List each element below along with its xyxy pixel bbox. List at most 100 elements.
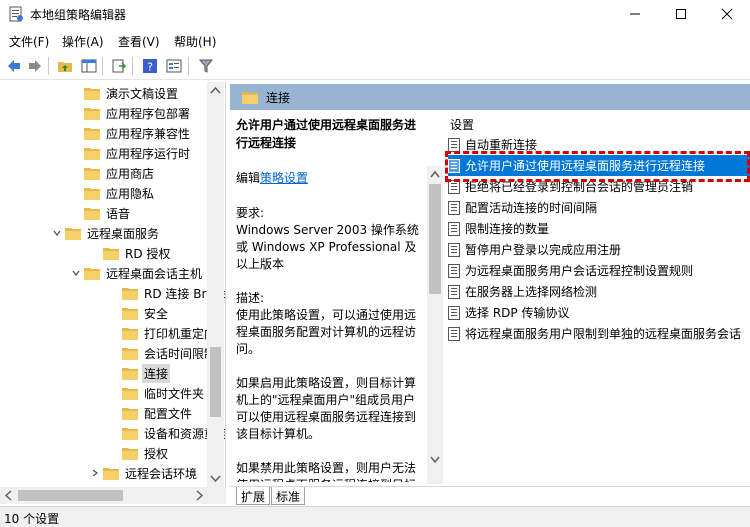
setting-label: 限制连接的数量	[465, 222, 550, 236]
tree-item[interactable]: 应用商店	[70, 163, 156, 183]
tree-horizontal-scrollbar[interactable]	[0, 487, 226, 504]
tree-item[interactable]: 语音	[70, 203, 132, 223]
filter-button[interactable]	[196, 56, 216, 76]
setting-row[interactable]: 限制连接的数量	[448, 218, 750, 239]
scroll-down-arrow-icon[interactable]	[207, 471, 224, 485]
policy-setting-icon	[448, 137, 460, 152]
chevron-right-icon[interactable]	[89, 463, 101, 483]
policy-setting-icon	[448, 158, 460, 173]
tree-item[interactable]: 授权	[108, 443, 170, 463]
scroll-left-arrow-icon[interactable]	[2, 487, 16, 504]
svg-text:?: ?	[147, 61, 153, 74]
chevron-down-icon[interactable]	[70, 263, 82, 283]
tab-standard[interactable]: 标准	[271, 487, 306, 505]
scroll-right-arrow-icon[interactable]	[192, 487, 206, 504]
scroll-down-arrow-icon[interactable]	[427, 452, 443, 466]
tab-extended[interactable]: 扩展	[236, 487, 271, 505]
help-button[interactable]: ?	[140, 56, 160, 76]
maximize-icon	[676, 9, 686, 19]
minimize-icon	[630, 13, 640, 15]
edit-policy-link[interactable]: 策略设置	[260, 171, 308, 185]
scroll-up-arrow-icon[interactable]	[207, 84, 224, 98]
policy-setting-icon	[448, 326, 460, 341]
setting-row[interactable]: 允许用户通过使用远程桌面服务进行远程连接	[448, 155, 750, 176]
close-icon	[721, 8, 733, 20]
toolbar-separator	[102, 57, 103, 75]
tree-item[interactable]: 应用程序兼容性	[70, 123, 192, 143]
edit-policy-line: 编辑策略设置	[236, 170, 422, 187]
folder-icon	[122, 408, 138, 420]
chevron-down-icon[interactable]	[51, 223, 63, 243]
tree-item[interactable]: 临时文件夹	[108, 383, 206, 403]
settings-column-header[interactable]: 设置	[450, 116, 474, 133]
maximize-button[interactable]	[658, 0, 704, 28]
back-button[interactable]	[4, 56, 24, 76]
setting-label: 在服务器上选择网络检测	[465, 285, 598, 299]
setting-label: 拒绝将已经登录到控制台会话的管理员注销	[465, 180, 694, 194]
filter-icon	[198, 59, 214, 73]
folder-icon	[122, 328, 138, 340]
menu-action[interactable]: 操作(A)	[62, 33, 104, 50]
folder-icon	[122, 308, 138, 320]
setting-row[interactable]: 配置活动连接的时间间隔	[448, 197, 750, 218]
menu-bar: 文件(F) 操作(A) 查看(V) 帮助(H)	[0, 30, 750, 52]
tree-item[interactable]: 远程桌面服务	[51, 223, 161, 243]
folder-icon	[84, 168, 100, 180]
setting-label: 配置活动连接的时间间隔	[465, 201, 598, 215]
tree-item[interactable]: 安全	[108, 303, 170, 323]
toolbar-separator	[48, 57, 49, 75]
folder-icon	[242, 92, 258, 104]
setting-row[interactable]: 在服务器上选择网络检测	[448, 281, 750, 302]
tree-item-label: 连接	[142, 363, 171, 383]
tree-item[interactable]: 应用隐私	[70, 183, 156, 203]
tree-item-label: 应用商店	[106, 166, 155, 181]
close-button[interactable]	[704, 0, 750, 28]
tree-item-label: 应用程序包部署	[106, 106, 191, 121]
tree-item[interactable]: 远程会话环境	[89, 463, 199, 483]
tree-item-label: 配置文件	[144, 406, 193, 421]
tree-item[interactable]: 连接	[108, 363, 171, 383]
scroll-up-arrow-icon[interactable]	[427, 168, 443, 182]
minimize-button[interactable]	[612, 0, 658, 28]
app-icon	[9, 6, 23, 22]
folder-icon	[122, 448, 138, 460]
enabled-text: 如果启用此策略设置，则目标计算机上的"远程桌面用户"组成员用户可以使用远程桌面服…	[236, 376, 417, 441]
setting-row[interactable]: 为远程桌面服务用户会话远程控制设置规则	[448, 260, 750, 281]
tree-item[interactable]: 应用程序包部署	[70, 103, 192, 123]
tree-item[interactable]: 打印机重定向	[108, 323, 218, 343]
policy-setting-icon	[448, 242, 460, 257]
forward-button[interactable]	[25, 56, 45, 76]
tree-item[interactable]: 应用程序运行时	[70, 143, 192, 163]
setting-row[interactable]: 将远程桌面服务用户限制到单独的远程桌面服务会话	[448, 323, 750, 344]
tree-vertical-scrollbar[interactable]	[207, 82, 224, 487]
tree-item[interactable]: 远程桌面会话主机	[70, 263, 204, 283]
setting-row[interactable]: 拒绝将已经登录到控制台会话的管理员注销	[448, 176, 750, 197]
console-tree[interactable]: 演示文稿设置 应用程序包部署 应用程序兼容性 应用程序运行时 应用商店 应用隐私 语音 远程桌…	[0, 82, 226, 487]
setting-row[interactable]: 暂停用户登录以完成应用注册	[448, 239, 750, 260]
export-list-button[interactable]	[109, 56, 129, 76]
setting-row[interactable]: 自动重新连接	[448, 134, 750, 155]
folder-icon	[84, 208, 100, 220]
show-hide-tree-button[interactable]	[79, 56, 99, 76]
tree-item[interactable]: 演示文稿设置	[70, 83, 180, 103]
tree-hscroll-thumb[interactable]	[18, 490, 123, 501]
menu-help[interactable]: 帮助(H)	[174, 33, 216, 50]
tree-item[interactable]: RD 授权	[89, 243, 172, 263]
tree-item[interactable]: 配置文件	[108, 403, 194, 423]
up-one-level-button[interactable]	[55, 56, 75, 76]
help-icon: ?	[143, 59, 157, 74]
menu-view[interactable]: 查看(V)	[118, 33, 160, 50]
menu-file[interactable]: 文件(F)	[9, 33, 49, 50]
properties-button[interactable]	[164, 56, 184, 76]
content-header-title: 连接	[266, 90, 291, 105]
description-scroll-thumb[interactable]	[429, 184, 441, 294]
tree-item[interactable]: 会话时间限制	[108, 343, 218, 363]
description-scrollbar[interactable]	[427, 166, 443, 484]
tree-scroll-thumb[interactable]	[210, 347, 221, 417]
setting-row[interactable]: 选择 RDP 传输协议	[448, 302, 750, 323]
